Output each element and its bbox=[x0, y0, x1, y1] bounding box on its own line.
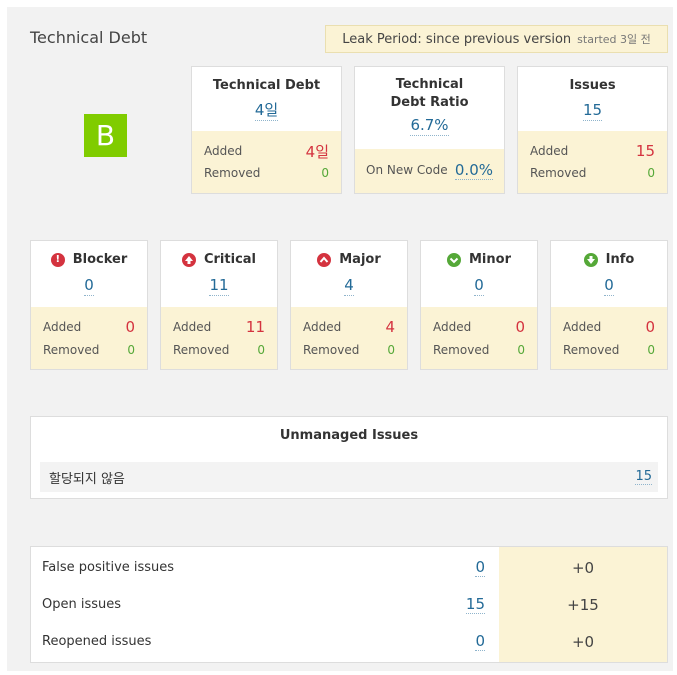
removed-value[interactable]: 0 bbox=[387, 343, 395, 357]
severity-card-major: Major 4 Added 4 Removed 0 bbox=[290, 240, 408, 370]
maintainability-rating[interactable]: B bbox=[84, 114, 127, 157]
technical-debt-ratio-value[interactable]: 6.7% bbox=[410, 115, 449, 136]
major-icon bbox=[317, 253, 332, 267]
removed-value[interactable]: 0 bbox=[517, 343, 525, 357]
added-label: Added bbox=[433, 320, 472, 334]
status-label: False positive issues bbox=[42, 560, 175, 575]
minor-icon bbox=[447, 253, 461, 267]
added-label: Added bbox=[204, 144, 243, 158]
added-label: Added bbox=[563, 320, 602, 334]
status-delta: +0 bbox=[571, 632, 595, 651]
unassigned-label: 할당되지 않음 bbox=[49, 471, 125, 487]
status-label: Open issues bbox=[42, 597, 122, 612]
status-count[interactable]: 0 bbox=[475, 558, 485, 577]
removed-value[interactable]: 0 bbox=[127, 343, 135, 357]
severity-card-blocker: ! Blocker 0 Added 0 Removed 0 bbox=[30, 240, 148, 370]
removed-label: Removed bbox=[530, 166, 587, 180]
status-delta: +0 bbox=[571, 558, 595, 577]
severity-title: Critical bbox=[203, 252, 256, 267]
removed-label: Removed bbox=[433, 343, 490, 357]
unassigned-count[interactable]: 15 bbox=[635, 469, 652, 485]
added-value[interactable]: 11 bbox=[246, 318, 265, 336]
removed-label: Removed bbox=[204, 166, 261, 180]
status-label: Reopened issues bbox=[42, 634, 152, 649]
technical-debt-card: Technical Debt 4일 Added 4일 Removed 0 bbox=[191, 66, 342, 194]
issues-card: Issues 15 Added 15 Removed 0 bbox=[517, 66, 668, 194]
issues-value[interactable]: 15 bbox=[582, 100, 603, 121]
added-label: Added bbox=[303, 320, 342, 334]
added-label: Added bbox=[530, 144, 569, 158]
added-label: Added bbox=[173, 320, 212, 334]
minor-count[interactable]: 0 bbox=[474, 275, 484, 296]
unmanaged-issues-panel: Unmanaged Issues 할당되지 않음 15 bbox=[30, 416, 668, 499]
card-title: Technical Debt Ratio bbox=[390, 77, 469, 110]
table-row: False positive issues 0 +0 bbox=[31, 549, 667, 586]
card-title: Technical Debt bbox=[212, 78, 321, 93]
issue-status-table: False positive issues 0 +0 Open issues 1… bbox=[30, 546, 668, 663]
on-new-code-value[interactable]: 0.0% bbox=[454, 161, 493, 180]
status-delta: +15 bbox=[567, 595, 599, 614]
list-item: 할당되지 않음 15 bbox=[40, 462, 658, 492]
severity-card-info: Info 0 Added 0 Removed 0 bbox=[550, 240, 668, 370]
major-count[interactable]: 4 bbox=[344, 275, 354, 296]
leak-period-label: Leak Period: since previous version bbox=[342, 31, 572, 47]
removed-value[interactable]: 0 bbox=[321, 166, 329, 180]
on-new-code-label: On New Code bbox=[366, 163, 448, 177]
added-value[interactable]: 0 bbox=[125, 318, 135, 336]
card-title: Issues bbox=[569, 78, 616, 93]
table-row: Reopened issues 0 +0 bbox=[31, 623, 667, 660]
blocker-icon: ! bbox=[50, 253, 65, 267]
critical-count[interactable]: 11 bbox=[209, 275, 229, 296]
severity-title: Minor bbox=[469, 252, 511, 267]
blocker-count[interactable]: 0 bbox=[84, 275, 94, 296]
removed-value[interactable]: 0 bbox=[647, 343, 655, 357]
removed-value[interactable]: 0 bbox=[647, 166, 655, 180]
unmanaged-issues-title: Unmanaged Issues bbox=[279, 428, 419, 443]
removed-label: Removed bbox=[173, 343, 230, 357]
added-value[interactable]: 0 bbox=[515, 318, 525, 336]
info-count[interactable]: 0 bbox=[604, 275, 614, 296]
widget-title: Technical Debt bbox=[30, 28, 148, 47]
leak-period-started: started 3일 전 bbox=[577, 33, 651, 46]
severity-title: Blocker bbox=[72, 252, 128, 267]
status-count[interactable]: 0 bbox=[475, 632, 485, 651]
added-label: Added bbox=[43, 320, 82, 334]
added-value[interactable]: 4일 bbox=[306, 141, 329, 162]
table-row: Open issues 15 +15 bbox=[31, 586, 667, 623]
technical-debt-ratio-card: Technical Debt Ratio 6.7% On New Code 0.… bbox=[354, 66, 505, 194]
status-count[interactable]: 15 bbox=[465, 595, 485, 614]
technical-debt-value[interactable]: 4일 bbox=[254, 100, 279, 121]
severity-card-minor: Minor 0 Added 0 Removed 0 bbox=[420, 240, 538, 370]
added-value[interactable]: 15 bbox=[636, 142, 655, 160]
severity-title: Major bbox=[339, 252, 381, 267]
info-icon bbox=[583, 253, 598, 267]
removed-value[interactable]: 0 bbox=[257, 343, 265, 357]
removed-label: Removed bbox=[43, 343, 100, 357]
critical-icon bbox=[181, 253, 196, 267]
added-value[interactable]: 0 bbox=[645, 318, 655, 336]
added-value[interactable]: 4 bbox=[385, 318, 395, 336]
removed-label: Removed bbox=[563, 343, 620, 357]
severity-card-critical: Critical 11 Added 11 Removed 0 bbox=[160, 240, 278, 370]
severity-title: Info bbox=[605, 252, 635, 267]
removed-label: Removed bbox=[303, 343, 360, 357]
leak-period-banner: Leak Period: since previous version star… bbox=[325, 25, 668, 53]
